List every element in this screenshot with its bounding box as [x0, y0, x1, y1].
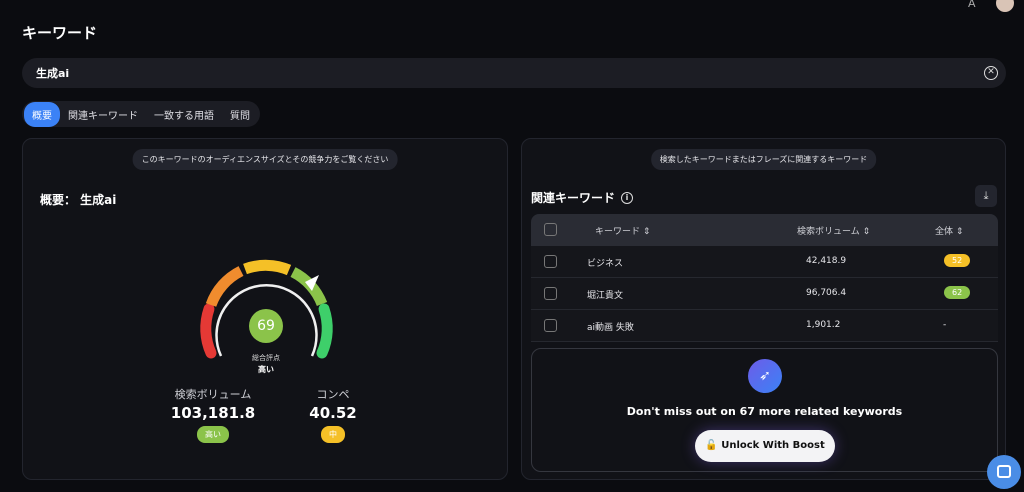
select-all-checkbox[interactable] [544, 223, 557, 236]
competition-badge: 中 [321, 426, 345, 443]
related-pill: 検索したキーワードまたはフレーズに関連するキーワード [650, 149, 877, 170]
volume-metric: 検索ボリューム 103,181.8 高い [163, 386, 263, 443]
info-icon[interactable]: i [621, 191, 634, 204]
tab-bar: 概要 関連キーワード 一致する用語 質問 [22, 101, 260, 127]
related-panel: 検索したキーワードまたはフレーズに関連するキーワード 関連キーワード i ⤓ キ… [521, 138, 1006, 480]
header-volume[interactable]: 検索ボリューム ⇕ [797, 224, 870, 237]
table-row: 堀江貴文 96,706.4 62 [531, 278, 998, 310]
row-checkbox[interactable] [544, 319, 557, 332]
row-volume: 96,706.4 [806, 288, 847, 298]
top-right-controls: A [968, 0, 1014, 12]
row-checkbox[interactable] [544, 287, 557, 300]
gauge-segment-red [200, 303, 217, 359]
tab-overview[interactable]: 概要 [24, 101, 60, 127]
volume-badge: 高い [197, 426, 229, 443]
volume-value: 103,181.8 [170, 404, 256, 422]
translate-icon[interactable]: A [968, 0, 982, 10]
gauge-segment-green [316, 303, 333, 359]
score-value: 高い [258, 365, 274, 374]
competition-label: コンペ [316, 388, 350, 401]
boost-text: Don't miss out on 67 more related keywor… [626, 405, 903, 418]
score-label: 総合評点 [252, 354, 280, 362]
header-keyword[interactable]: キーワード ⇕ [595, 224, 650, 237]
row-volume: 42,418.9 [806, 256, 847, 266]
tab-related-keywords[interactable]: 関連キーワード [60, 102, 146, 127]
tab-matching-terms[interactable]: 一致する用語 [146, 102, 222, 127]
table-header: キーワード ⇕ 検索ボリューム ⇕ 全体 ⇕ [531, 214, 998, 246]
row-keyword[interactable]: ビジネス [587, 256, 623, 269]
header-overall[interactable]: 全体 ⇕ [935, 224, 963, 237]
related-title: 関連キーワード i [531, 189, 634, 206]
search-input[interactable]: 生成ai ✕ [22, 58, 1006, 88]
page-title: キーワード [22, 24, 98, 42]
overview-pill: このキーワードのオーディエンスサイズとその競争力をご覧ください [132, 149, 398, 170]
row-score: 52 [944, 254, 971, 267]
table-row: ビジネス 42,418.9 52 [531, 246, 998, 278]
row-keyword[interactable]: 堀江貴文 [587, 288, 623, 301]
overview-title: 概要： 生成ai [40, 193, 117, 207]
row-score: - [943, 320, 947, 330]
unlock-button[interactable]: 🔓 Unlock With Boost [695, 430, 835, 462]
avatar[interactable] [996, 0, 1014, 12]
download-icon[interactable]: ⤓ [975, 185, 997, 207]
row-score: 62 [944, 286, 971, 299]
volume-label: 検索ボリューム [174, 388, 252, 401]
competition-metric: コンペ 40.52 中 [298, 386, 368, 443]
score-circle: 69 [249, 309, 283, 343]
related-title-text: 関連キーワード [531, 191, 616, 205]
gauge-segment-orange [205, 266, 244, 308]
chat-icon[interactable] [987, 455, 1021, 489]
related-table: キーワード ⇕ 検索ボリューム ⇕ 全体 ⇕ ビジネス 42,418.9 52 … [531, 214, 998, 342]
overview-panel: このキーワードのオーディエンスサイズとその競争力をご覧ください 概要： 生成ai… [22, 138, 508, 480]
competition-value: 40.52 [309, 404, 357, 422]
gauge-segment-yellow [243, 259, 292, 276]
boost-card: ➶ Don't miss out on 67 more related keyw… [531, 348, 998, 472]
row-checkbox[interactable] [544, 255, 557, 268]
row-volume: 1,901.2 [806, 320, 841, 330]
search-value: 生成ai [36, 67, 70, 80]
rocket-icon: ➶ [748, 359, 782, 393]
tab-questions[interactable]: 質問 [222, 102, 258, 127]
row-keyword[interactable]: ai動画 失敗 [587, 320, 634, 333]
table-row: ai動画 失敗 1,901.2 - [531, 310, 998, 342]
close-circle-icon[interactable]: ✕ [984, 66, 998, 80]
